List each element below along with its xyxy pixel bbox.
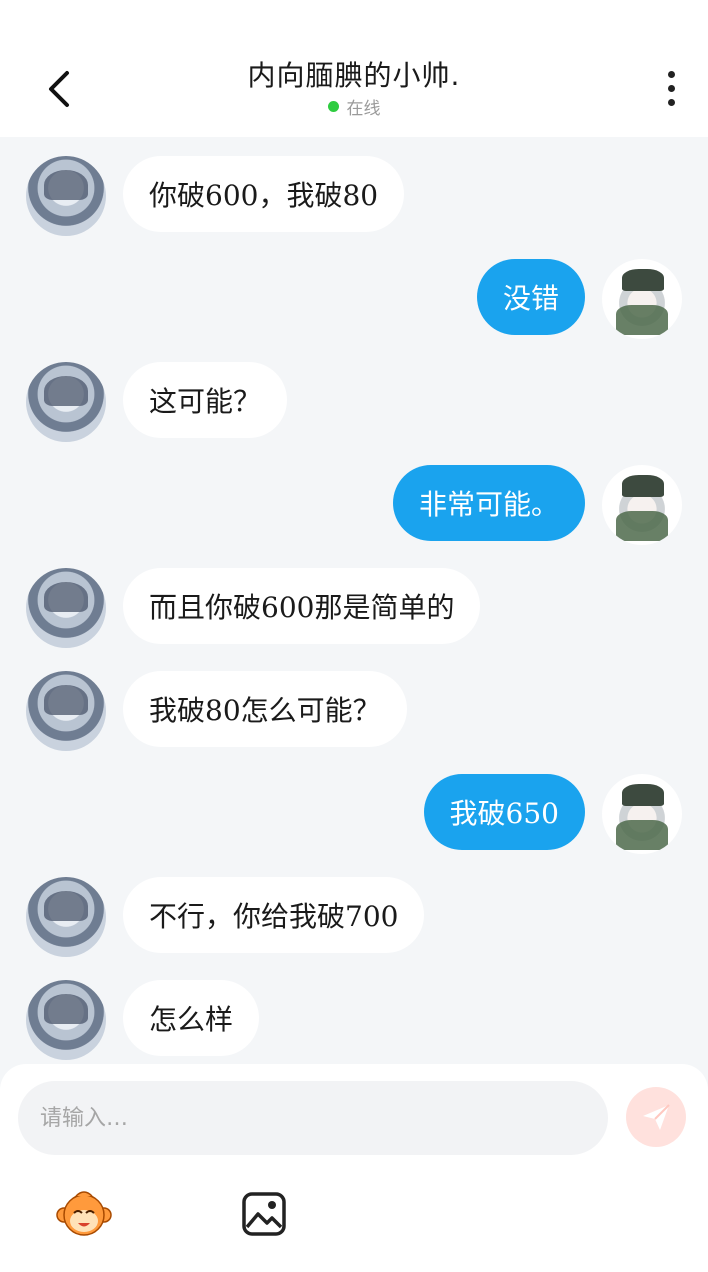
- more-vertical-icon-dot: [667, 84, 675, 92]
- chat-header: 内向腼腆的小帅. 在线: [0, 0, 708, 137]
- message-bubble-incoming[interactable]: 而且你破600那是简单的: [123, 568, 481, 644]
- more-vertical-icon-dot: [667, 98, 675, 106]
- composer-panel: [0, 1064, 708, 1272]
- contact-name: 内向腼腆的小帅.: [247, 59, 461, 92]
- contact-avatar[interactable]: [26, 362, 106, 442]
- message-bubble-incoming[interactable]: 不行，你给我破700: [123, 877, 425, 953]
- self-avatar[interactable]: [602, 465, 682, 545]
- status-dot-icon: [327, 101, 339, 112]
- contact-avatar[interactable]: [26, 980, 106, 1060]
- message-bubble-outgoing[interactable]: 我破650: [423, 774, 585, 850]
- send-button[interactable]: [626, 1087, 686, 1147]
- message-bubble-incoming[interactable]: 怎么样: [123, 980, 260, 1056]
- image-icon: [242, 1192, 286, 1236]
- contact-info: 内向腼腆的小帅. 在线: [0, 58, 708, 119]
- self-avatar[interactable]: [602, 259, 682, 339]
- contact-avatar[interactable]: [26, 877, 106, 957]
- contact-avatar[interactable]: [26, 156, 106, 236]
- contact-avatar[interactable]: [26, 671, 106, 751]
- sticker-button[interactable]: [56, 1186, 112, 1242]
- monkey-face-icon: [56, 1191, 112, 1236]
- paper-plane-icon: [643, 1104, 670, 1130]
- contact-avatar[interactable]: [26, 568, 106, 648]
- status-text: 在线: [346, 99, 381, 119]
- more-vertical-icon: [667, 70, 675, 78]
- online-status: 在线: [0, 94, 708, 119]
- message-bubble-outgoing[interactable]: 没错: [476, 259, 585, 335]
- more-options-button[interactable]: [656, 66, 686, 110]
- self-avatar[interactable]: [602, 774, 682, 854]
- message-bubble-incoming[interactable]: 你破600，我破80: [123, 156, 405, 232]
- image-button[interactable]: [236, 1186, 292, 1242]
- message-bubble-incoming[interactable]: 这可能？: [123, 362, 288, 438]
- message-bubble-incoming[interactable]: 我破80怎么可能？: [123, 671, 407, 747]
- message-bubble-outgoing[interactable]: 非常可能。: [392, 465, 585, 541]
- message-input[interactable]: [18, 1081, 608, 1155]
